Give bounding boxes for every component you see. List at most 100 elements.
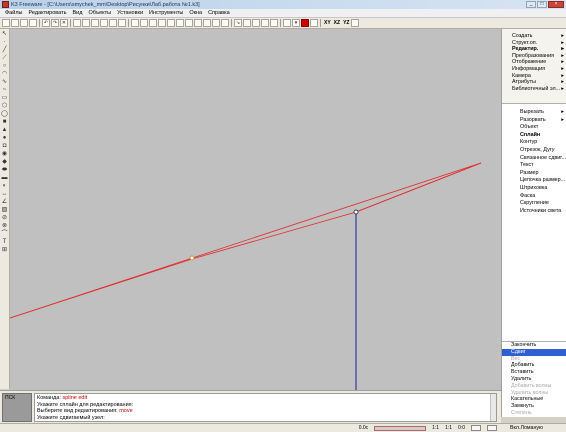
menu-objects[interactable]: Объекты — [85, 10, 114, 16]
arc-icon[interactable]: ◠ — [1, 71, 8, 78]
rectangle-icon[interactable]: ▭ — [1, 95, 8, 102]
drawing-canvas[interactable] — [10, 29, 501, 390]
light-icon[interactable] — [261, 19, 269, 27]
edit-submenu-item[interactable]: Контур — [520, 139, 566, 147]
menu-windows[interactable]: Окна — [186, 10, 205, 16]
extrude-icon[interactable]: ▬ — [1, 175, 8, 182]
new-file-icon[interactable] — [2, 19, 10, 27]
edit-submenu-item[interactable]: Фаска — [520, 193, 566, 201]
layers-icon[interactable] — [100, 19, 108, 27]
side-menu-item[interactable]: Камера ▸ — [512, 73, 566, 80]
curve-icon[interactable]: ~ — [1, 87, 8, 94]
rotate-view-icon[interactable] — [212, 19, 220, 27]
minimize-button[interactable]: _ — [526, 1, 536, 8]
cut-icon[interactable] — [73, 19, 81, 27]
command-log[interactable]: Команда: spline edit Укажите сплайн для р… — [34, 393, 497, 422]
color-swatch-icon[interactable] — [301, 19, 309, 27]
view-xy-button[interactable]: XY — [323, 20, 332, 26]
pan-icon[interactable] — [203, 19, 211, 27]
side-menu-item[interactable]: Отображение ▸ — [512, 59, 566, 66]
line-icon[interactable]: ╱ — [1, 47, 8, 54]
arrow-icon[interactable]: ↘ — [234, 19, 242, 27]
table-icon[interactable]: ⊞ — [1, 247, 8, 254]
command-option[interactable]: Добавить — [511, 362, 566, 369]
zoom-out-icon[interactable] — [158, 19, 166, 27]
command-log-scrollbar[interactable] — [490, 394, 496, 421]
cone-icon[interactable]: ▲ — [1, 127, 8, 134]
status-box[interactable] — [487, 425, 497, 431]
revolve-icon[interactable]: ◐ — [1, 183, 8, 190]
measure-icon[interactable]: ⊘ — [1, 215, 8, 222]
menu-settings[interactable]: Установки — [114, 10, 146, 16]
print-icon[interactable] — [29, 19, 37, 27]
dropdown-icon[interactable]: ▾ — [292, 19, 300, 27]
undo-icon[interactable]: ↶ — [42, 19, 50, 27]
eyedropper-icon[interactable] — [243, 19, 251, 27]
command-option[interactable]: Касательные — [511, 396, 566, 403]
redo-icon[interactable]: ↷ — [51, 19, 59, 27]
edit-submenu-item[interactable]: Сплайн — [520, 132, 566, 140]
zoom-all-icon[interactable] — [176, 19, 184, 27]
edit-submenu-item[interactable]: Вырезать ▸ — [520, 109, 566, 117]
snap-icon[interactable] — [131, 19, 139, 27]
menu-view[interactable]: Вид — [69, 10, 85, 16]
spline-icon[interactable]: ∿ — [1, 79, 8, 86]
ellipse-icon[interactable]: ◯ — [1, 111, 8, 118]
zoom-bar[interactable] — [374, 425, 427, 431]
maximize-button[interactable]: □ — [537, 1, 547, 8]
cylinder-icon[interactable]: ◘ — [1, 143, 8, 150]
wedge-icon[interactable]: ◆ — [1, 159, 8, 166]
material-icon[interactable] — [270, 19, 278, 27]
edit-submenu-item[interactable]: Отрезок, Дугу — [520, 147, 566, 155]
point-icon[interactable]: · — [1, 39, 8, 46]
menu-help[interactable]: Справка — [205, 10, 233, 16]
hand-icon[interactable] — [140, 19, 148, 27]
view-yz-button[interactable]: YZ — [342, 20, 350, 26]
side-menu-item[interactable]: Создать ▸ — [512, 33, 566, 40]
close-button[interactable]: × — [548, 1, 564, 8]
angle-dimension-icon[interactable]: ∠ — [1, 199, 8, 206]
edit-submenu-item[interactable]: Штриховка — [520, 185, 566, 193]
zoom-in-icon[interactable] — [149, 19, 157, 27]
side-menu-item[interactable]: Редактир. ▸ — [512, 46, 566, 53]
torus-icon[interactable]: ◉ — [1, 151, 8, 158]
fillet-icon[interactable]: ⌒ — [1, 231, 8, 238]
edit-submenu-item[interactable]: Текст — [520, 162, 566, 170]
side-menu-item[interactable]: Структ.оп. ▸ — [512, 40, 566, 47]
linetype-icon[interactable] — [310, 19, 318, 27]
zoom-fit-icon[interactable] — [194, 19, 202, 27]
polyline-icon[interactable]: ⟋ — [1, 55, 8, 62]
zoom-prev-icon[interactable] — [185, 19, 193, 27]
command-option[interactable]: Удалить — [511, 376, 566, 383]
polygon-icon[interactable]: ⬡ — [1, 103, 8, 110]
command-option[interactable]: Сдвиг — [502, 348, 566, 356]
side-menu-item[interactable]: Информация ▸ — [512, 66, 566, 73]
menu-edit[interactable]: Редактировать — [25, 10, 69, 16]
dimension-icon[interactable]: ↔ — [1, 191, 8, 198]
box-icon[interactable]: ■ — [1, 119, 8, 126]
edit-submenu-item[interactable]: Объект — [520, 124, 566, 132]
surface-icon[interactable]: ⬬ — [1, 167, 8, 174]
menu-files[interactable]: Файлы — [2, 10, 25, 16]
delete-icon[interactable]: ✕ — [60, 19, 68, 27]
break-icon[interactable]: ⊗ — [1, 223, 8, 230]
select-arrow-icon[interactable]: ↖ — [1, 31, 8, 38]
spline-node-handle[interactable] — [353, 209, 359, 215]
text-icon[interactable]: T — [1, 239, 8, 246]
side-menu-item[interactable]: Преобразования ▸ — [512, 53, 566, 60]
wand-icon[interactable] — [283, 19, 291, 27]
edit-submenu-item[interactable]: Связанное сдвиг... — [520, 155, 566, 163]
edit-submenu-item[interactable]: Размер — [520, 170, 566, 178]
edit-submenu-item[interactable]: Скругление — [520, 200, 566, 208]
redraw-icon[interactable] — [221, 19, 229, 27]
menu-tools[interactable]: Инструменты — [146, 10, 186, 16]
view-xz-button[interactable]: XZ — [333, 20, 341, 26]
grid-icon[interactable] — [109, 19, 117, 27]
render-icon[interactable] — [252, 19, 260, 27]
hatch-icon[interactable]: ▨ — [1, 207, 8, 214]
view-3d-icon[interactable] — [351, 19, 360, 27]
side-menu-item[interactable]: Библиотечный эл... ▸ — [512, 86, 566, 93]
paste-icon[interactable] — [91, 19, 99, 27]
side-menu-item[interactable]: Атрибуты ▸ — [512, 79, 566, 86]
circle-icon[interactable]: ○ — [1, 63, 8, 70]
